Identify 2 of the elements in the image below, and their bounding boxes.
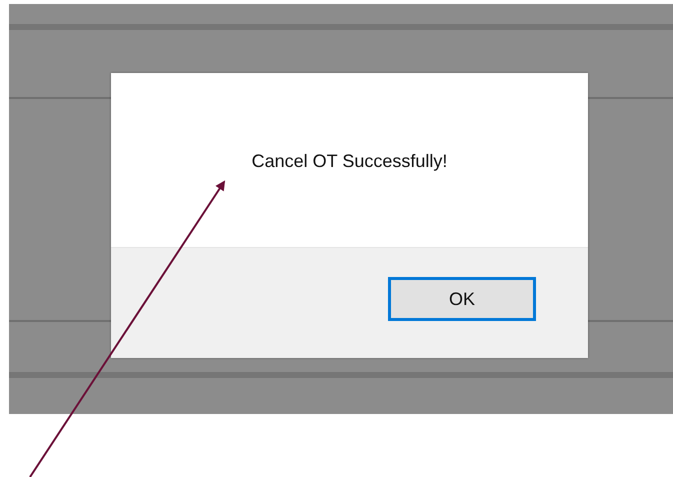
ok-button[interactable]: OK — [388, 277, 536, 321]
dialog-message: Cancel OT Successfully! — [252, 151, 448, 172]
